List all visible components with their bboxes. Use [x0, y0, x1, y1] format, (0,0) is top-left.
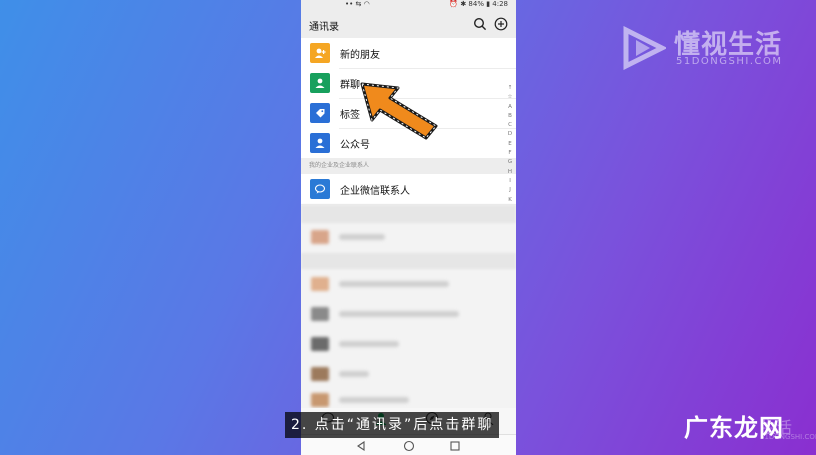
- status-left: •• ⇆ ◠: [345, 0, 370, 8]
- alphabet-index-letter[interactable]: G: [505, 158, 515, 167]
- list-item[interactable]: [311, 230, 385, 244]
- list-item[interactable]: [311, 277, 449, 291]
- add-icon[interactable]: [494, 17, 508, 31]
- add-friend-icon: [310, 43, 330, 63]
- tag-icon: [310, 103, 330, 123]
- search-icon[interactable]: [473, 17, 487, 31]
- status-right: ⏰ ✱ 84% ▮ 4:28: [449, 0, 508, 8]
- list-item[interactable]: [311, 367, 369, 381]
- list-item[interactable]: [311, 337, 399, 351]
- new-friends-item[interactable]: 新的朋友: [301, 38, 516, 68]
- alphabet-index-letter[interactable]: K: [505, 196, 515, 205]
- play-logo-icon: [623, 26, 666, 70]
- back-icon[interactable]: [355, 440, 367, 452]
- phone-screen: •• ⇆ ◠ ⏰ ✱ 84% ▮ 4:28 通讯录 新的朋友 群聊 标签 公众号…: [301, 0, 516, 455]
- subtitle-caption: 2. 点击“通讯录”后点击群聊: [285, 412, 500, 438]
- watermark-domain: 51DONGSHI.COM: [676, 56, 783, 67]
- list-item[interactable]: [311, 393, 409, 407]
- alphabet-index-letter[interactable]: H: [505, 168, 515, 177]
- tags-label: 标签: [340, 109, 360, 121]
- page-title: 通讯录: [309, 22, 339, 33]
- official-account-icon: [310, 133, 330, 153]
- enterprise-section-header: 我的企业及企业联系人: [301, 158, 516, 174]
- alphabet-index-letter[interactable]: ↑: [505, 84, 515, 93]
- new-friends-label: 新的朋友: [340, 49, 380, 61]
- watermark-logo: 懂视生活 51DONGSHI.COM: [622, 24, 792, 74]
- enterprise-list: 企业微信联系人: [301, 174, 516, 204]
- alphabet-index-letter[interactable]: D: [505, 130, 515, 139]
- group-icon: [310, 73, 330, 93]
- home-icon[interactable]: [403, 440, 415, 452]
- pointer-arrow-icon: [360, 82, 438, 140]
- status-bar: •• ⇆ ◠ ⏰ ✱ 84% ▮ 4:28: [301, 0, 516, 10]
- alphabet-index[interactable]: ↑ ☆ A B C D E F G H I J K: [505, 84, 515, 205]
- alphabet-index-letter[interactable]: J: [505, 186, 515, 195]
- brand-ghost-domain: 51DONGSHI.COM: [760, 433, 816, 441]
- top-bar: 通讯录: [301, 10, 516, 38]
- wecom-contacts-label: 企业微信联系人: [340, 185, 410, 197]
- alphabet-index-letter[interactable]: A: [505, 103, 515, 112]
- alphabet-index-letter[interactable]: ☆: [505, 93, 515, 102]
- alphabet-index-letter[interactable]: B: [505, 112, 515, 121]
- alphabet-index-letter[interactable]: I: [505, 177, 515, 186]
- alphabet-index-letter[interactable]: C: [505, 121, 515, 130]
- group-chats-label: 群聊: [340, 79, 360, 91]
- alphabet-index-letter[interactable]: F: [505, 149, 515, 158]
- list-divider: [301, 253, 516, 269]
- list-divider: [301, 205, 516, 223]
- recents-icon[interactable]: [449, 440, 461, 452]
- list-item[interactable]: [311, 307, 459, 321]
- alphabet-index-letter[interactable]: E: [505, 140, 515, 149]
- wecom-contacts-item[interactable]: 企业微信联系人: [301, 174, 516, 204]
- wecom-icon: [310, 179, 330, 199]
